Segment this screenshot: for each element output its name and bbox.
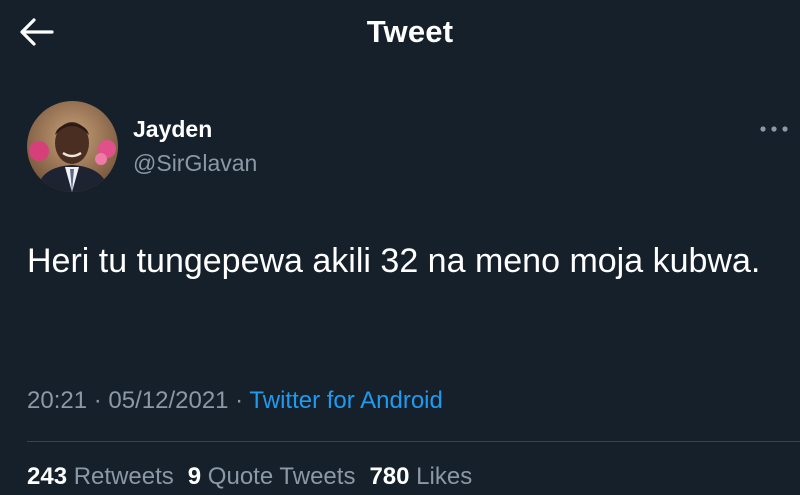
retweets-stat[interactable]: 243 Retweets — [27, 463, 174, 491]
quote-tweets-stat[interactable]: 9 Quote Tweets — [188, 463, 356, 491]
tweet-time[interactable]: 20:21 — [27, 387, 87, 414]
retweets-count: 243 — [27, 463, 68, 490]
meta-separator: · — [87, 387, 109, 414]
retweets-label: Retweets — [73, 463, 174, 490]
likes-stat[interactable]: 780 Likes — [369, 463, 472, 491]
author-name[interactable]: Jayden — [133, 116, 212, 143]
tweet-date[interactable]: 05/12/2021 — [108, 387, 228, 414]
tweet-source-link[interactable]: Twitter for Android — [249, 387, 442, 414]
divider — [27, 441, 800, 442]
page-title: Tweet — [366, 14, 454, 49]
tweet-detail-screen: Tweet Jayden @SirGlavan Heri tu tungepew… — [0, 0, 800, 495]
tweet-text: Heri tu tungepewa akili 32 na meno moja … — [27, 242, 761, 280]
author-handle[interactable]: @SirGlavan — [133, 150, 257, 177]
quote-tweets-label: Quote Tweets — [207, 463, 356, 490]
more-horizontal-icon — [760, 126, 788, 132]
profile-photo — [27, 101, 118, 192]
likes-label: Likes — [416, 463, 473, 490]
tweet-stats: 243 Retweets 9 Quote Tweets 780 Likes — [27, 463, 486, 491]
avatar[interactable] — [27, 101, 118, 192]
likes-count: 780 — [369, 463, 410, 490]
meta-separator: · — [228, 387, 250, 414]
tweet-meta: 20:21 · 05/12/2021 · Twitter for Android — [27, 387, 443, 415]
top-bar: Tweet — [0, 0, 800, 66]
more-options-button[interactable] — [755, 118, 793, 140]
quote-tweets-count: 9 — [187, 463, 202, 490]
